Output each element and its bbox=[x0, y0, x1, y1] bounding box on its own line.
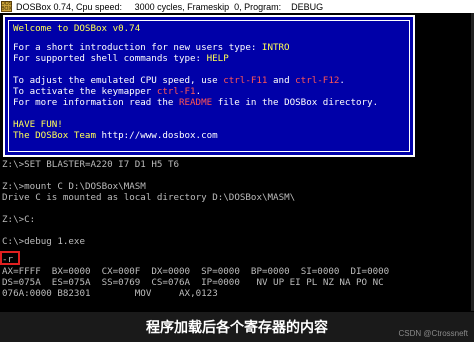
console-line: Z:\>C: bbox=[2, 214, 36, 225]
banner-team-url: http://www.dosbox.com bbox=[101, 130, 218, 141]
banner-cpu-text: To adjust the emulated CPU speed, use bbox=[13, 75, 224, 86]
banner-have-fun: HAVE FUN! bbox=[13, 119, 63, 130]
icon-label-bottom: BOX bbox=[1, 5, 12, 12]
banner-cpu-key1: ctrl-F11 bbox=[223, 75, 268, 86]
banner-readme: README bbox=[178, 97, 213, 108]
banner-cpu-line: To adjust the emulated CPU speed, use ct… bbox=[13, 75, 345, 86]
banner-more-text: For more information read the bbox=[13, 97, 179, 108]
console-line: Drive C is mounted as local directory D:… bbox=[2, 192, 296, 203]
disassembly-line: 076A:0000 B82301 MOV AX,0123 bbox=[2, 288, 218, 299]
window-title: DOSBox 0.74, Cpu speed: 3000 cycles, Fra… bbox=[16, 1, 324, 12]
console-line: C:\>debug 1.exe bbox=[2, 236, 85, 247]
banner-help-cmd: HELP bbox=[206, 53, 229, 64]
dos-screen[interactable]: Welcome to DOSBox v0.74 For a short intr… bbox=[0, 13, 474, 342]
banner-intro-line: For a short introduction for new users t… bbox=[13, 42, 290, 53]
banner-cpu-key2: ctrl-F12 bbox=[295, 75, 340, 86]
banner-team-line: The DOSBox Team http://www.dosbox.com bbox=[13, 130, 218, 141]
banner-cpu-and: and bbox=[267, 75, 296, 86]
welcome-banner: Welcome to DOSBox v0.74 For a short intr… bbox=[3, 15, 415, 157]
banner-intro-text: For a short introduction for new users t… bbox=[13, 42, 262, 53]
register-line: DS=075A ES=075A SS=0769 CS=076A IP=0000 … bbox=[2, 277, 384, 288]
banner-keymapper-key: ctrl-F1 bbox=[156, 86, 196, 97]
console-line: Z:\>SET BLASTER=A220 I7 D1 H5 T6 bbox=[2, 159, 180, 170]
banner-more-line: For more information read the README fil… bbox=[13, 97, 378, 108]
highlight-box bbox=[0, 251, 20, 265]
window-titlebar[interactable]: DOS BOX DOSBox 0.74, Cpu speed: 3000 cyc… bbox=[0, 0, 474, 13]
banner-team-text: The DOSBox Team bbox=[13, 130, 102, 141]
dosbox-app-icon[interactable]: DOS BOX bbox=[1, 1, 12, 12]
banner-help-line: For supported shell commands type: HELP bbox=[13, 53, 229, 64]
banner-welcome: Welcome to DOSBox v0.74 bbox=[13, 23, 141, 34]
console-line: Z:\>mount C D:\DOSBox\MASM bbox=[2, 181, 146, 192]
banner-keymapper-end: . bbox=[195, 86, 202, 97]
banner-help-text: For supported shell commands type: bbox=[13, 53, 207, 64]
banner-intro-cmd: INTRO bbox=[261, 42, 290, 53]
banner-more-end: file in the DOSBox directory. bbox=[212, 97, 379, 108]
banner-keymapper-line: To activate the keymapper ctrl-F1. bbox=[13, 86, 201, 97]
register-line: AX=FFFF BX=0000 CX=000F DX=0000 SP=0000 … bbox=[2, 266, 390, 277]
banner-keymapper-text: To activate the keymapper bbox=[13, 86, 157, 97]
watermark: CSDN @Ctrossneft bbox=[398, 329, 468, 338]
banner-cpu-end: . bbox=[339, 75, 345, 86]
